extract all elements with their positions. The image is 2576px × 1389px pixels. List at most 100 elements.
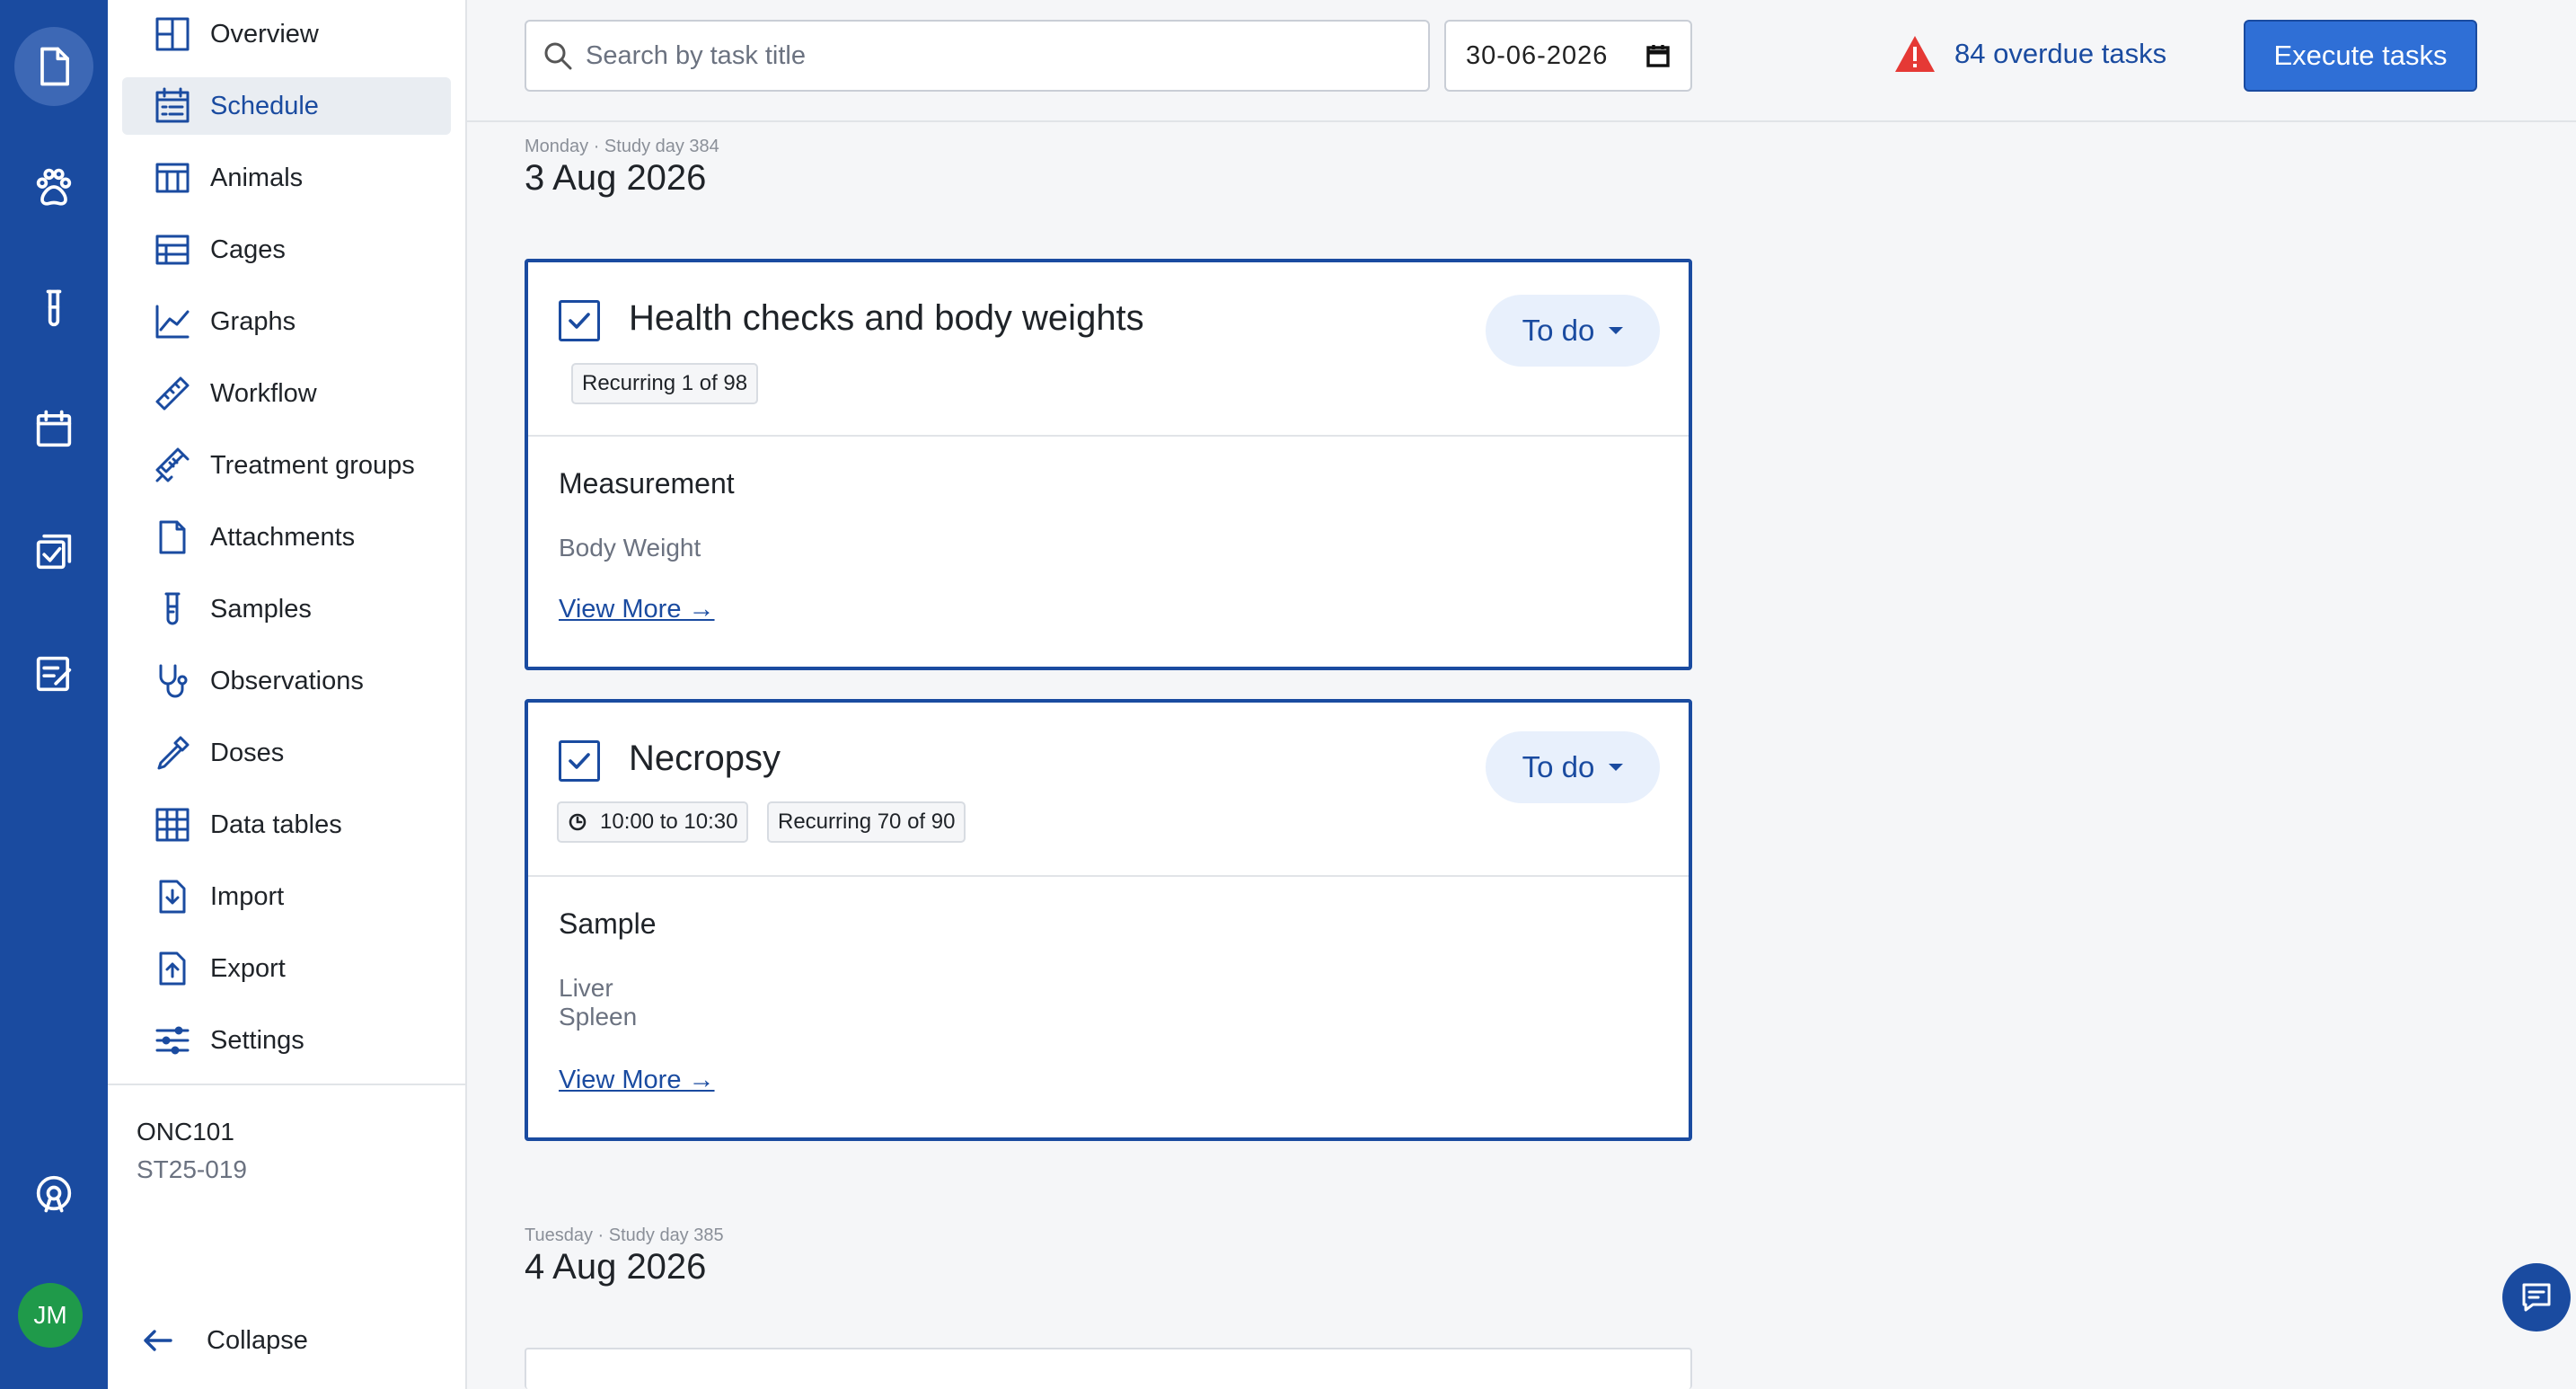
arrow-left-icon	[144, 1330, 172, 1351]
clock-icon	[569, 813, 587, 831]
test-tube-icon[interactable]	[14, 270, 93, 349]
sidebar-item-animals[interactable]: Animals	[122, 149, 451, 207]
file-icon	[153, 518, 192, 557]
sidebar-item-overview[interactable]: Overview	[122, 5, 451, 63]
status-label: To do	[1522, 314, 1595, 347]
test-tube-icon	[153, 589, 192, 629]
status-label: To do	[1522, 750, 1595, 783]
calendar-icon[interactable]	[14, 390, 93, 469]
ruler-icon	[153, 374, 192, 413]
import-icon	[153, 877, 192, 916]
warning-icon	[1895, 36, 1935, 72]
sidebar-item-doses[interactable]: Doses	[122, 724, 451, 782]
sidebar-item-label: Schedule	[210, 91, 319, 120]
sidebar-item-label: Cages	[210, 234, 286, 264]
time-tag-label: 10:00 to 10:30	[600, 810, 738, 834]
sidebar-item-samples[interactable]: Samples	[122, 580, 451, 638]
day-meta: Tuesday · Study day 385	[525, 1225, 724, 1245]
task-title: Health checks and body weights	[629, 298, 1144, 338]
task-checkbox[interactable]	[559, 300, 600, 341]
sidebar-item-workflow[interactable]: Workflow	[122, 365, 451, 422]
nav-divider	[108, 1084, 467, 1085]
chevron-down-icon	[1609, 327, 1624, 334]
sidebar-item-label: Import	[210, 881, 285, 911]
study-code: ONC101	[137, 1118, 234, 1146]
sidebar-item-label: Samples	[210, 594, 312, 624]
task-card-header: Necropsy To do 10:00 to 10:30 Recurring …	[528, 703, 1689, 877]
sidebar-item-settings[interactable]: Settings	[122, 1012, 451, 1069]
day-meta: Monday · Study day 384	[525, 137, 719, 156]
sidebar-item-label: Doses	[210, 738, 285, 767]
section-item: Body Weight	[559, 534, 701, 562]
study-id: ST25-019	[137, 1155, 247, 1183]
sidebar-item-data-tables[interactable]: Data tables	[122, 796, 451, 854]
sidebar-item-label: Graphs	[210, 306, 296, 336]
section-item: Liver	[559, 974, 613, 1002]
paw-icon[interactable]	[14, 147, 93, 226]
support-icon[interactable]	[14, 1154, 93, 1233]
sidebar-item-observations[interactable]: Observations	[122, 652, 451, 710]
tasks-icon[interactable]	[14, 512, 93, 591]
sidebar-item-label: Settings	[210, 1025, 304, 1055]
sidebar-item-schedule[interactable]: Schedule	[122, 77, 451, 135]
sidebar-item-import[interactable]: Import	[122, 868, 451, 925]
search-box[interactable]	[525, 20, 1430, 92]
syringe-icon	[153, 446, 192, 485]
recurring-tag: Recurring 70 of 90	[767, 801, 966, 843]
sidebar-item-graphs[interactable]: Graphs	[122, 293, 451, 350]
sidebar-item-label: Animals	[210, 163, 304, 192]
sidebar-item-label: Export	[210, 953, 286, 983]
overview-icon	[153, 14, 192, 54]
collapse-button[interactable]: Collapse	[140, 1323, 308, 1358]
grid-icon	[153, 805, 192, 845]
recurring-tag-label: Recurring 1 of 98	[582, 371, 748, 395]
sidebar-item-export[interactable]: Export	[122, 940, 451, 997]
overdue-tasks-link[interactable]: 84 overdue tasks	[1893, 34, 2166, 74]
collapse-label: Collapse	[207, 1325, 308, 1355]
dropper-icon	[153, 733, 192, 773]
date-value: 30-06-2026	[1466, 40, 1609, 70]
sidebar-item-cages[interactable]: Cages	[122, 221, 451, 279]
status-dropdown[interactable]: To do	[1486, 731, 1660, 803]
check-icon	[569, 313, 590, 329]
execute-tasks-button[interactable]: Execute tasks	[2244, 20, 2477, 92]
calendar-icon[interactable]	[1645, 43, 1671, 68]
task-card: Necropsy To do 10:00 to 10:30 Recurring …	[525, 699, 1692, 1141]
avatar-initials: JM	[33, 1301, 67, 1329]
search-input[interactable]	[586, 40, 1394, 71]
document-icon[interactable]	[14, 27, 93, 106]
nav-sidebar: Overview Schedule Animals Cages Graphs W…	[108, 0, 467, 1389]
date-picker[interactable]: 30-06-2026	[1444, 20, 1692, 92]
task-card	[525, 1348, 1692, 1389]
sidebar-item-treatment-groups[interactable]: Treatment groups	[122, 437, 451, 494]
graph-icon	[153, 302, 192, 341]
form-icon[interactable]	[14, 634, 93, 713]
sidebar-item-label: Data tables	[210, 810, 342, 839]
chat-icon	[2522, 1283, 2551, 1312]
overdue-text: 84 overdue tasks	[1954, 38, 2167, 69]
section-title: Sample	[559, 907, 657, 940]
recurring-tag-label: Recurring 70 of 90	[778, 810, 956, 834]
chat-button[interactable]	[2502, 1263, 2571, 1331]
sliders-icon	[153, 1021, 192, 1060]
section-item: Spleen	[559, 1003, 638, 1031]
recurring-tag: Recurring 1 of 98	[571, 363, 759, 404]
export-icon	[153, 949, 192, 988]
sidebar-item-attachments[interactable]: Attachments	[122, 509, 451, 566]
time-tag: 10:00 to 10:30	[557, 801, 749, 843]
schedule-icon	[153, 86, 192, 126]
view-more-link[interactable]: View More →	[559, 1066, 715, 1095]
avatar[interactable]: JM	[18, 1283, 83, 1348]
stethoscope-icon	[153, 661, 192, 701]
app-rail: JM	[0, 0, 108, 1389]
check-icon	[569, 753, 590, 769]
task-card: Health checks and body weights To do Rec…	[525, 259, 1692, 670]
chevron-down-icon	[1609, 764, 1624, 771]
status-dropdown[interactable]: To do	[1486, 295, 1660, 367]
task-card-header: Health checks and body weights To do Rec…	[528, 262, 1689, 437]
task-checkbox[interactable]	[559, 740, 600, 782]
sidebar-item-label: Treatment groups	[210, 450, 415, 480]
view-more-link[interactable]: View More →	[559, 595, 715, 624]
task-title: Necropsy	[629, 739, 781, 778]
sidebar-item-label: Workflow	[210, 378, 317, 408]
